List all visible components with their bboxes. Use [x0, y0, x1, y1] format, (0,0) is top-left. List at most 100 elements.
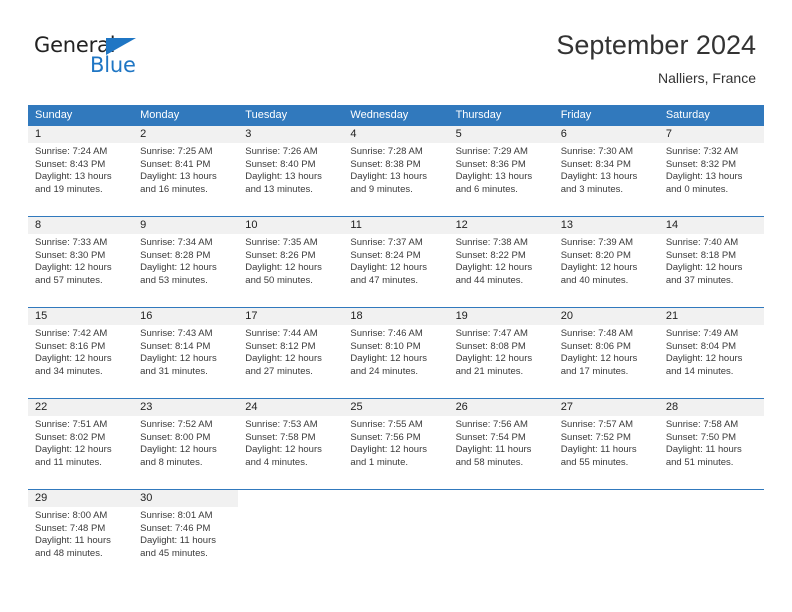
sunrise-text: Sunrise: 7:57 AM: [560, 419, 634, 430]
day-cell[interactable]: 10 Sunrise: 7:35 AM Sunset: 8:26 PM Dayl…: [238, 216, 344, 308]
sunrise-text: Sunrise: 7:40 AM: [665, 237, 739, 248]
sunrise-text: Sunrise: 7:38 AM: [455, 237, 528, 248]
day-cell-content: 18 Sunrise: 7:46 AM Sunset: 8:10 PM Dayl…: [343, 308, 449, 398]
day-cell[interactable]: 25 Sunrise: 7:55 AM Sunset: 7:56 PM Dayl…: [343, 398, 449, 490]
daylight-text-line1: Daylight: 11 hours: [560, 444, 637, 456]
sunset-text: Sunset: 8:12 PM: [245, 340, 316, 352]
day-number: 1: [28, 126, 134, 143]
day-cell[interactable]: 11 Sunrise: 7:37 AM Sunset: 8:24 PM Dayl…: [343, 216, 449, 308]
daylight-text-line2: and 19 minutes.: [35, 183, 103, 195]
day-info: Sunrise: 7:26 AM Sunset: 8:40 PM Dayligh…: [238, 143, 343, 196]
daylight-text-line2: and 44 minutes.: [455, 274, 524, 286]
day-cell[interactable]: 24 Sunrise: 7:53 AM Sunset: 7:58 PM Dayl…: [238, 398, 344, 490]
sunrise-text: Sunrise: 7:58 AM: [665, 419, 739, 430]
daylight-text-line1: Daylight: 12 hours: [350, 353, 427, 365]
daylight-text-line2: and 51 minutes.: [665, 456, 734, 468]
day-cell[interactable]: 26 Sunrise: 7:56 AM Sunset: 7:54 PM Dayl…: [448, 398, 554, 490]
calendar-header-row: Sunday Monday Tuesday Wednesday Thursday…: [28, 105, 764, 126]
daylight-text-line2: and 24 minutes.: [350, 365, 419, 377]
day-info: Sunrise: 7:56 AM Sunset: 7:54 PM Dayligh…: [449, 416, 554, 469]
day-cell[interactable]: 9 Sunrise: 7:34 AM Sunset: 8:28 PM Dayli…: [133, 216, 239, 308]
daylight-text-line1: Daylight: 13 hours: [350, 171, 427, 183]
sunrise-text: Sunrise: 7:47 AM: [455, 328, 528, 339]
sunset-text: Sunset: 7:48 PM: [35, 522, 106, 534]
daylight-text-line2: and 40 minutes.: [560, 274, 629, 286]
page-subtitle: Nalliers, France: [657, 70, 756, 86]
day-info: Sunrise: 7:44 AM Sunset: 8:12 PM Dayligh…: [238, 325, 343, 378]
sunset-text: Sunset: 8:26 PM: [245, 249, 316, 261]
day-number: 12: [448, 217, 554, 234]
sunrise-text: Sunrise: 7:43 AM: [140, 328, 213, 339]
day-cell-content: 26 Sunrise: 7:56 AM Sunset: 7:54 PM Dayl…: [448, 399, 554, 489]
day-info: Sunrise: 7:39 AM Sunset: 8:20 PM Dayligh…: [554, 234, 659, 287]
day-number: 4: [343, 126, 449, 143]
day-cell[interactable]: 16 Sunrise: 7:43 AM Sunset: 8:14 PM Dayl…: [133, 307, 239, 399]
day-cell[interactable]: 5 Sunrise: 7:29 AM Sunset: 8:36 PM Dayli…: [448, 126, 554, 217]
sunrise-text: Sunrise: 7:29 AM: [455, 146, 528, 157]
day-cell[interactable]: 29 Sunrise: 8:00 AM Sunset: 7:48 PM Dayl…: [28, 489, 134, 580]
daylight-text-line1: Daylight: 12 hours: [140, 353, 217, 365]
day-cell[interactable]: 18 Sunrise: 7:46 AM Sunset: 8:10 PM Dayl…: [343, 307, 449, 399]
day-number: 14: [658, 217, 764, 234]
daylight-text-line2: and 50 minutes.: [245, 274, 313, 286]
sunset-text: Sunset: 7:56 PM: [350, 431, 421, 443]
day-number: 21: [658, 308, 764, 325]
day-cell-content: 16 Sunrise: 7:43 AM Sunset: 8:14 PM Dayl…: [133, 308, 239, 398]
sunrise-text: Sunrise: 7:35 AM: [245, 237, 318, 248]
day-cell[interactable]: 27 Sunrise: 7:57 AM Sunset: 7:52 PM Dayl…: [553, 398, 659, 490]
day-cell[interactable]: 8 Sunrise: 7:33 AM Sunset: 8:30 PM Dayli…: [28, 216, 134, 308]
daylight-text-line2: and 17 minutes.: [560, 365, 629, 377]
week-row: 22 Sunrise: 7:51 AM Sunset: 8:02 PM Dayl…: [28, 398, 764, 490]
daylight-text-line2: and 14 minutes.: [665, 365, 734, 377]
day-cell[interactable]: 12 Sunrise: 7:38 AM Sunset: 8:22 PM Dayl…: [448, 216, 554, 308]
daylight-text-line1: Daylight: 13 hours: [35, 171, 112, 183]
day-cell[interactable]: 6 Sunrise: 7:30 AM Sunset: 8:34 PM Dayli…: [553, 126, 659, 217]
week-row: 15 Sunrise: 7:42 AM Sunset: 8:16 PM Dayl…: [28, 307, 764, 399]
day-number: 23: [133, 399, 239, 416]
sunrise-text: Sunrise: 7:49 AM: [665, 328, 739, 339]
day-cell[interactable]: 3 Sunrise: 7:26 AM Sunset: 8:40 PM Dayli…: [238, 126, 344, 217]
daylight-text-line1: Daylight: 12 hours: [560, 353, 638, 365]
day-cell[interactable]: 21 Sunrise: 7:49 AM Sunset: 8:04 PM Dayl…: [658, 307, 764, 399]
sunrise-text: Sunrise: 7:42 AM: [35, 328, 108, 339]
day-number: [554, 490, 659, 507]
day-number: [659, 490, 764, 507]
day-cell-content: 19 Sunrise: 7:47 AM Sunset: 8:08 PM Dayl…: [448, 308, 554, 398]
day-cell[interactable]: 7 Sunrise: 7:32 AM Sunset: 8:32 PM Dayli…: [658, 126, 764, 217]
weekday-header-tuesday: Tuesday: [238, 105, 344, 126]
day-cell[interactable]: 2 Sunrise: 7:25 AM Sunset: 8:41 PM Dayli…: [133, 126, 239, 217]
sunset-text: Sunset: 7:52 PM: [560, 431, 631, 443]
day-cell[interactable]: 1 Sunrise: 7:24 AM Sunset: 8:43 PM Dayli…: [28, 126, 134, 217]
day-number: 29: [28, 490, 134, 507]
daylight-text-line2: and 53 minutes.: [140, 274, 208, 286]
sunrise-text: Sunrise: 7:53 AM: [245, 419, 318, 430]
day-cell-content: 21 Sunrise: 7:49 AM Sunset: 8:04 PM Dayl…: [658, 308, 764, 398]
day-number: 11: [343, 217, 449, 234]
day-cell[interactable]: 23 Sunrise: 7:52 AM Sunset: 8:00 PM Dayl…: [133, 398, 239, 490]
day-cell-content: 4 Sunrise: 7:28 AM Sunset: 8:38 PM Dayli…: [343, 126, 449, 216]
weekday-header-monday: Monday: [133, 105, 239, 126]
daylight-text-line2: and 4 minutes.: [245, 456, 308, 468]
day-cell[interactable]: 22 Sunrise: 7:51 AM Sunset: 8:02 PM Dayl…: [28, 398, 134, 490]
day-info: Sunrise: 7:30 AM Sunset: 8:34 PM Dayligh…: [554, 143, 659, 196]
day-number: 3: [238, 126, 344, 143]
day-cell[interactable]: 14 Sunrise: 7:40 AM Sunset: 8:18 PM Dayl…: [658, 216, 764, 308]
daylight-text-line1: Daylight: 12 hours: [455, 353, 533, 365]
day-cell[interactable]: 19 Sunrise: 7:47 AM Sunset: 8:08 PM Dayl…: [448, 307, 554, 399]
day-cell[interactable]: 13 Sunrise: 7:39 AM Sunset: 8:20 PM Dayl…: [553, 216, 659, 308]
day-cell[interactable]: 17 Sunrise: 7:44 AM Sunset: 8:12 PM Dayl…: [238, 307, 344, 399]
general-blue-logo: General Blue: [34, 33, 164, 81]
daylight-text-line2: and 57 minutes.: [35, 274, 103, 286]
day-cell[interactable]: 20 Sunrise: 7:48 AM Sunset: 8:06 PM Dayl…: [553, 307, 659, 399]
daylight-text-line1: Daylight: 11 hours: [140, 535, 217, 547]
day-cell[interactable]: 4 Sunrise: 7:28 AM Sunset: 8:38 PM Dayli…: [343, 126, 449, 217]
sunset-text: Sunset: 8:04 PM: [665, 340, 737, 352]
sunset-text: Sunset: 8:36 PM: [455, 158, 526, 170]
day-number: 20: [553, 308, 659, 325]
day-cell[interactable]: 30 Sunrise: 8:01 AM Sunset: 7:46 PM Dayl…: [133, 489, 239, 580]
daylight-text-line2: and 8 minutes.: [140, 456, 203, 468]
day-cell[interactable]: 28 Sunrise: 7:58 AM Sunset: 7:50 PM Dayl…: [658, 398, 764, 490]
day-cell[interactable]: 15 Sunrise: 7:42 AM Sunset: 8:16 PM Dayl…: [28, 307, 134, 399]
day-info: Sunrise: 7:51 AM Sunset: 8:02 PM Dayligh…: [28, 416, 133, 469]
day-info: Sunrise: 7:46 AM Sunset: 8:10 PM Dayligh…: [343, 325, 448, 378]
